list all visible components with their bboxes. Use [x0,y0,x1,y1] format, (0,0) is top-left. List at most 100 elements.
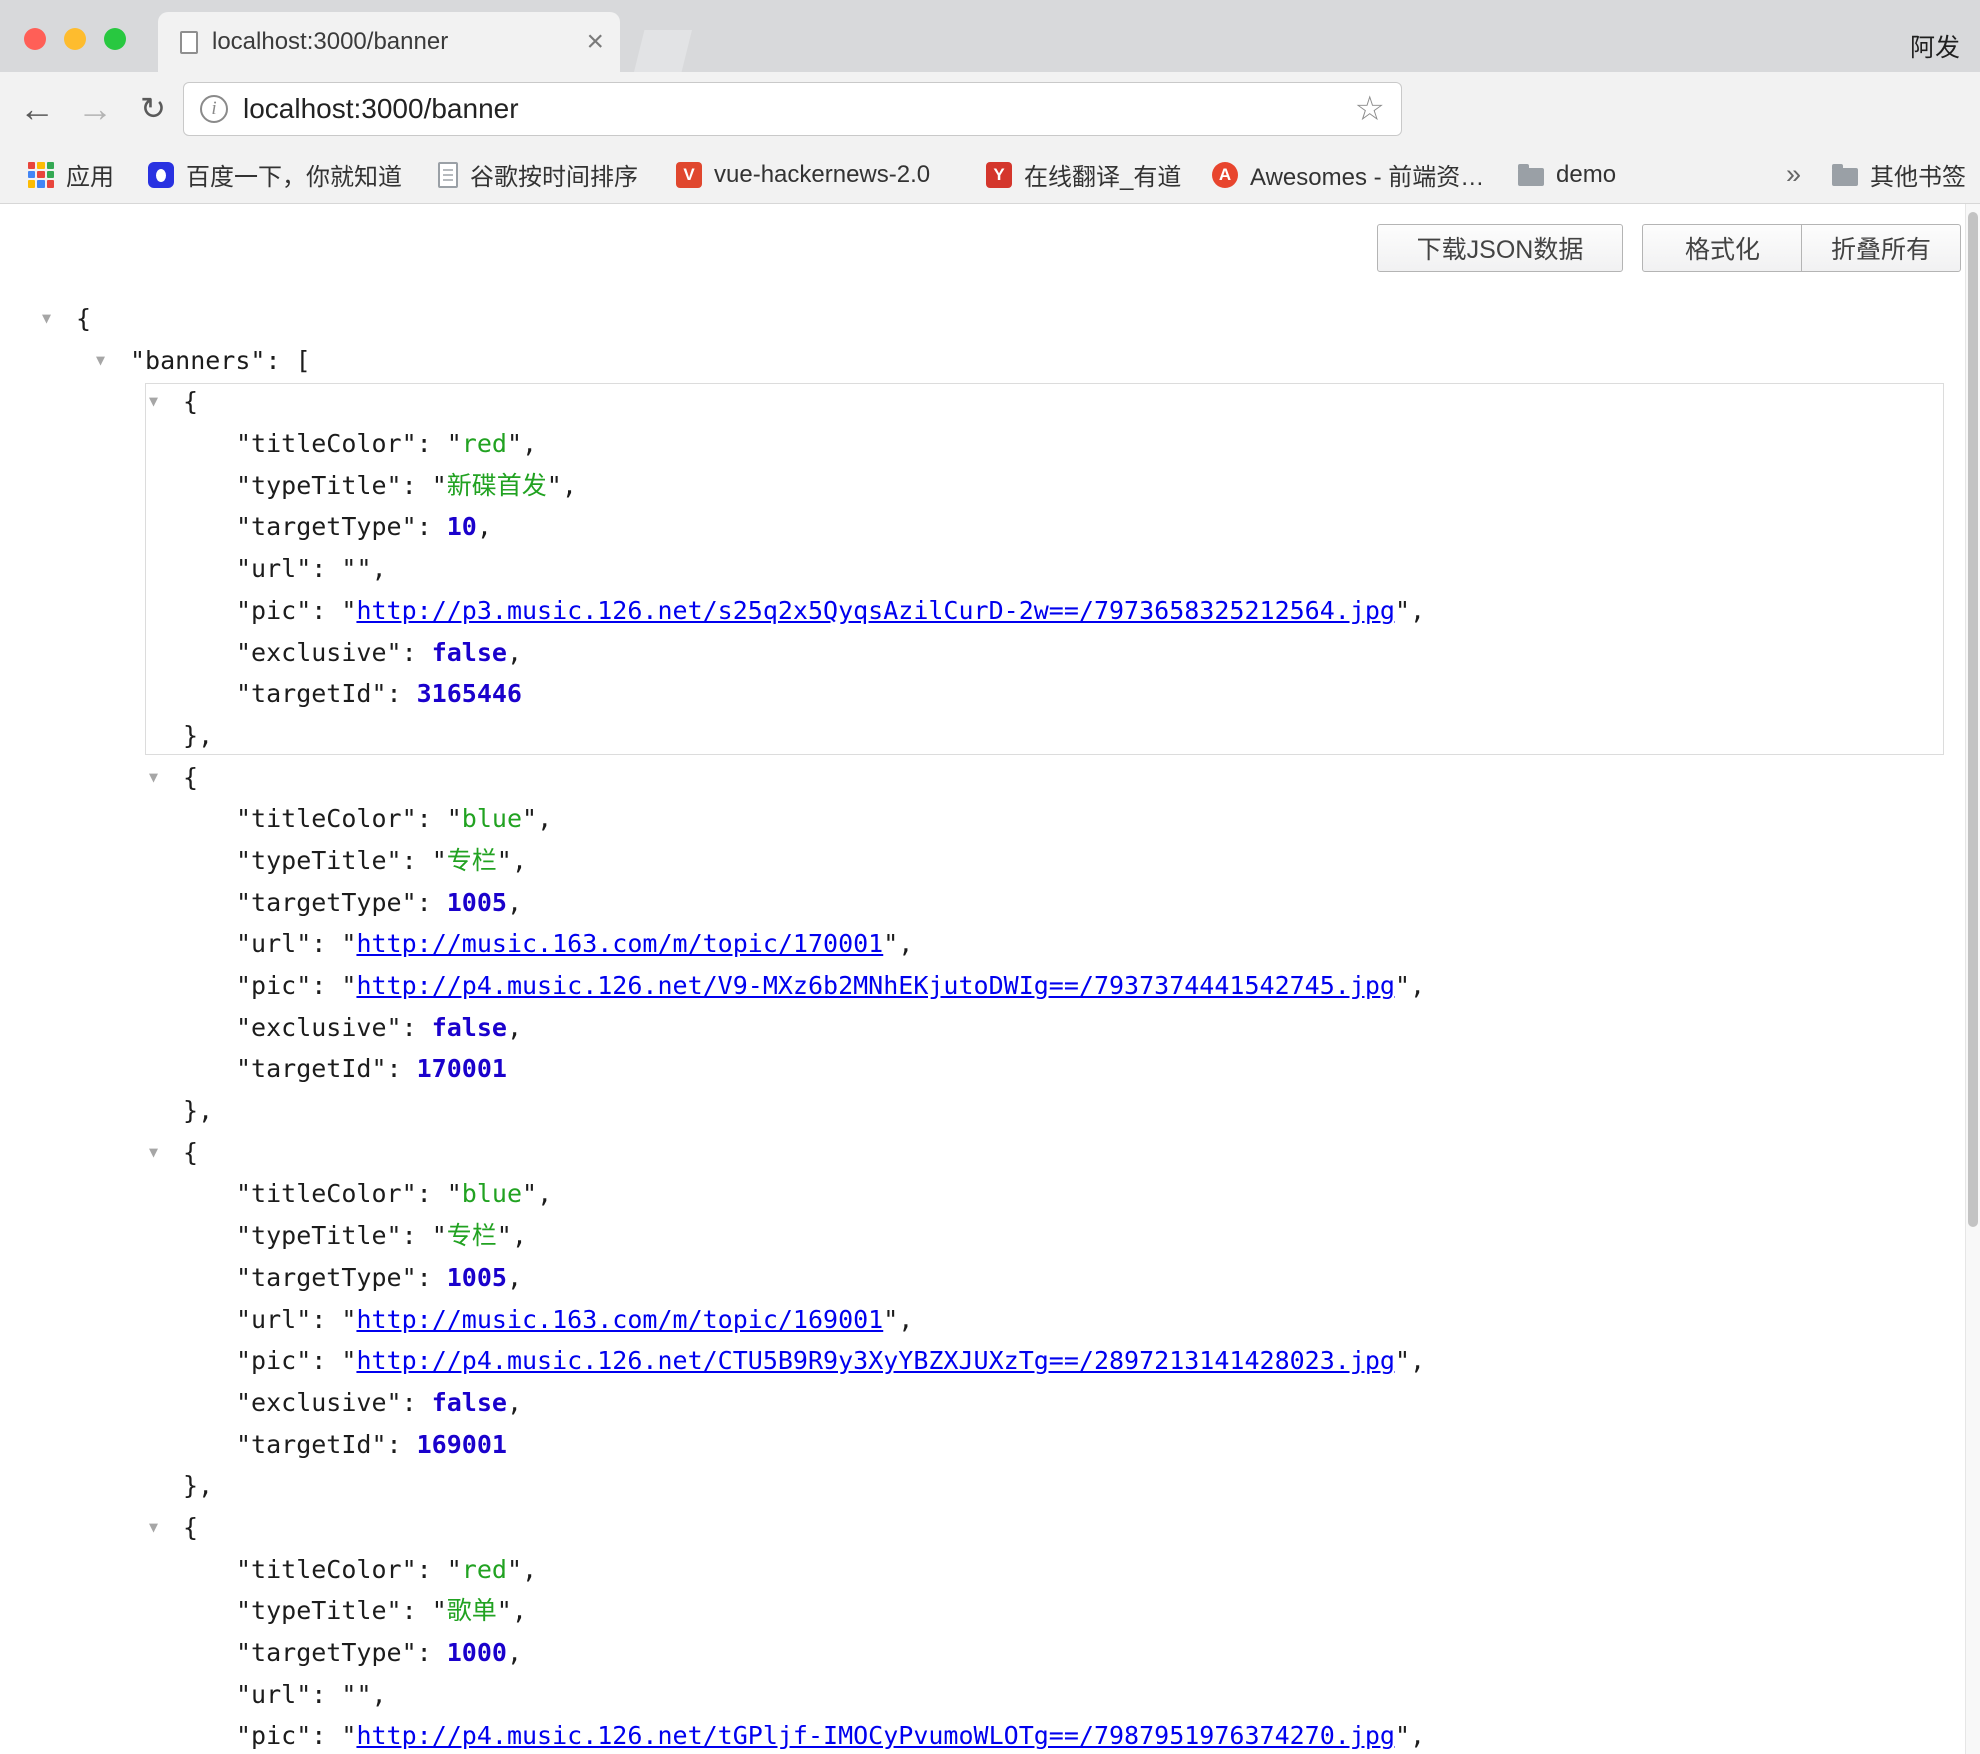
json-link[interactable]: http://p3.music.126.net/s25q2x5QyqsAzilC… [356,596,1395,625]
bookmarks-bar: 应用 百度一下，你就知道 谷歌按时间排序 V vue-hackernews-2.… [0,146,1980,204]
json-number-value: 3165446 [417,679,522,708]
json-punctuation: " [341,1346,356,1375]
json-punctuation: " [341,596,356,625]
bookmark-google-sort[interactable]: 谷歌按时间排序 [438,146,638,203]
json-punctuation: , [1410,596,1425,625]
json-object: ▼{"titleColor": "blue","typeTitle": "专栏"… [0,1132,1960,1507]
json-object: ▼ { "titleColor": "red","typeTitle": "新碟首发… [0,381,1960,756]
json-punctuation: : [ [265,346,310,375]
forward-button: → [72,88,118,130]
json-punctuation: " [447,1179,462,1208]
collapse-triangle-icon[interactable]: ▼ [149,1132,158,1174]
json-punctuation: , [537,804,552,833]
json-link[interactable]: http://p4.music.126.net/CTU5B9R9y3XyYBZX… [356,1346,1395,1375]
json-key: "pic" [236,971,311,1000]
json-punctuation: , [512,1596,527,1625]
json-line: "url": "http://music.163.com/m/topic/170… [0,923,1960,965]
json-line: "targetId": 169001 [0,1424,1960,1466]
collapse-triangle-icon[interactable]: ▼ [149,757,158,799]
json-key: "titleColor" [236,804,417,833]
json-punctuation: " [497,1596,512,1625]
site-info-icon[interactable]: i [200,95,228,123]
bookmark-label: 其他书签 [1870,157,1966,192]
tab-close-icon[interactable]: × [586,27,604,57]
json-number-value: 1000 [447,1638,507,1667]
json-link[interactable]: http://music.163.com/m/topic/169001 [356,1305,883,1334]
download-json-button[interactable]: 下载JSON数据 [1377,224,1623,272]
json-line: "typeTitle": "专栏", [0,1215,1960,1257]
json-key: "pic" [236,596,311,625]
json-line: "typeTitle": "专栏", [0,840,1960,882]
bookmark-label: demo [1556,161,1616,189]
other-bookmarks[interactable]: 其他书签 [1832,146,1966,203]
bookmark-label: 在线翻译_有道 [1024,157,1181,192]
json-punctuation: : [402,846,432,875]
json-punctuation: " [507,429,522,458]
new-tab-button[interactable] [634,30,692,72]
bookmark-demo-folder[interactable]: demo [1518,146,1616,203]
json-punctuation: " [1395,1721,1410,1750]
vue-icon: V [676,162,702,188]
bookmark-apps[interactable]: 应用 [28,146,114,203]
json-line: "titleColor": "blue", [0,798,1960,840]
json-line: "pic": "http://p4.music.126.net/tGPljf-I… [0,1715,1960,1754]
zoom-window-button[interactable] [104,28,126,50]
json-line: "titleColor": "red", [0,423,1960,465]
bookmarks-overflow-chevron[interactable]: » [1786,146,1801,203]
json-number-value: 1005 [447,888,507,917]
json-punctuation: : [402,1013,432,1042]
bookmark-label: vue-hackernews-2.0 [714,161,930,189]
close-window-button[interactable] [24,28,46,50]
bookmark-vue-hackernews[interactable]: V vue-hackernews-2.0 [676,146,930,203]
address-bar[interactable]: i localhost:3000/banner ☆ [183,82,1402,136]
json-link[interactable]: http://p4.music.126.net/tGPljf-IMOCyPvum… [356,1721,1395,1750]
json-punctuation: { [183,387,198,416]
browser-tab[interactable]: localhost:3000/banner × [158,12,620,72]
collapse-triangle-icon[interactable]: ▼ [96,340,105,382]
json-line: "pic": "http://p3.music.126.net/s25q2x5Q… [0,590,1960,632]
json-punctuation: : [311,1721,341,1750]
json-punctuation: , [372,554,387,583]
bookmark-label: 谷歌按时间排序 [470,157,638,192]
json-key: "targetId" [236,679,387,708]
bookmark-youdao-translate[interactable]: Y 在线翻译_有道 [986,146,1181,203]
json-punctuation: " [497,846,512,875]
json-key: "targetId" [236,1054,387,1083]
json-line: }, [0,715,1960,757]
json-line: ▼{ [0,1132,1960,1174]
json-link[interactable]: http://music.163.com/m/topic/170001 [356,929,883,958]
json-line: "typeTitle": "新碟首发", [0,465,1960,507]
json-line: "url": "", [0,1674,1960,1716]
reload-button[interactable]: ↻ [130,88,176,130]
json-line: ▼{ [0,757,1960,799]
json-punctuation: : [387,1430,417,1459]
bookmark-baidu[interactable]: 百度一下，你就知道 [148,146,402,203]
collapse-all-button[interactable]: 折叠所有 [1801,224,1961,272]
json-link[interactable]: http://p4.music.126.net/V9-MXz6b2MNhEKju… [356,971,1395,1000]
json-boolean-value: false [432,1013,507,1042]
scrollbar[interactable] [1965,204,1980,1754]
json-object: ▼{"titleColor": "blue","typeTitle": "专栏"… [0,757,1960,1132]
bookmark-star-icon[interactable]: ☆ [1355,89,1385,129]
json-punctuation: " [432,1596,447,1625]
json-punctuation: " [341,554,356,583]
json-punctuation: : [311,1346,341,1375]
json-tree: ▼{▼"banners": [▼{"titleColor": "red","ty… [0,298,1960,1754]
format-button[interactable]: 格式化 [1642,224,1803,272]
collapse-triangle-icon[interactable]: ▼ [149,381,158,423]
bookmark-label: 应用 [66,157,114,192]
scrollbar-thumb[interactable] [1968,212,1978,1227]
window-titlebar: localhost:3000/banner × 阿发 [0,0,1980,72]
bookmark-awesomes[interactable]: A Awesomes - 前端资… [1212,146,1484,203]
json-line: "url": "", [0,548,1960,590]
json-string-value: 新碟首发 [447,471,547,500]
collapse-triangle-icon[interactable]: ▼ [149,1507,158,1549]
json-punctuation: , [507,888,522,917]
collapse-triangle-icon[interactable]: ▼ [42,298,51,340]
back-button[interactable]: ← [14,88,60,130]
profile-name[interactable]: 阿发 [1910,28,1960,64]
json-punctuation: " [356,554,371,583]
folder-icon [1832,168,1858,186]
minimize-window-button[interactable] [64,28,86,50]
json-key: "pic" [236,1721,311,1750]
